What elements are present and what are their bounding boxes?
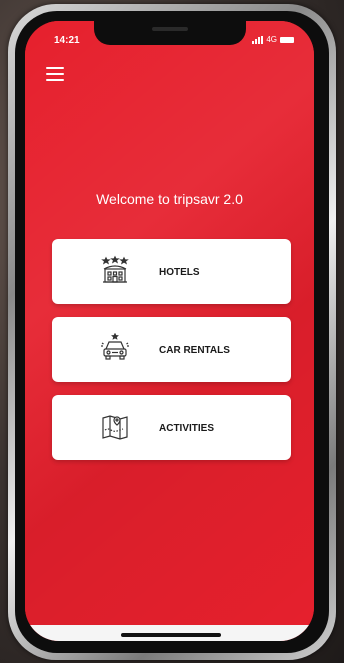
hotel-icon [101,255,129,283]
signal-icon [252,35,264,44]
hotels-label: HOTELS [159,267,200,278]
car-icon [101,333,129,360]
hotels-button[interactable]: HOTELS [52,239,291,304]
status-time: 14:21 [54,35,80,46]
map-icon [102,415,128,440]
welcome-text: Welcome to tripsavr 2.0 [96,191,243,207]
app-screen: 14:21 4G Welcome to tripsavr 2.0 HOTELS … [25,21,314,641]
network-type: 4G [266,35,277,44]
battery-icon [280,36,294,43]
activities-label: ACTIVITIES [159,423,215,434]
notch [94,21,246,45]
home-indicator[interactable] [121,633,221,637]
hamburger-menu-icon[interactable] [46,67,64,81]
status-indicators: 4G [252,35,294,44]
speaker [152,27,188,31]
activities-button[interactable]: ACTIVITIES [52,395,291,460]
car-rentals-button[interactable]: CAR RENTALS [52,317,291,382]
car-rentals-label: CAR RENTALS [159,345,230,356]
